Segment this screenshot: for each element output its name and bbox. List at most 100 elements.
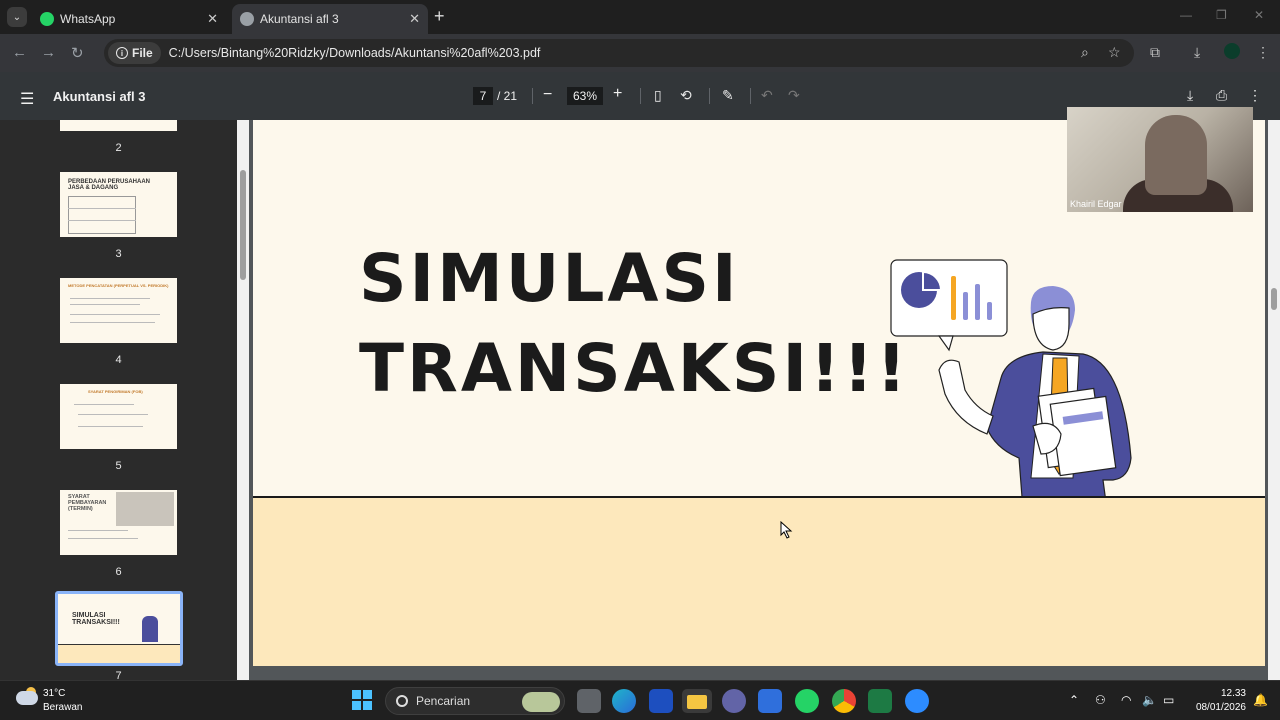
maximize-button[interactable]: ❐ xyxy=(1216,8,1227,22)
thumbnail-sidebar: 2 PERBEDAAN PERUSAHAAN JASA & DAGANG 3 M… xyxy=(0,120,237,680)
battery-icon[interactable]: ▭ xyxy=(1163,693,1174,707)
fit-page-icon[interactable]: ▯ xyxy=(654,87,662,104)
site-info-chip[interactable]: i File xyxy=(108,42,161,64)
tab-whatsapp[interactable]: WhatsApp ✕ xyxy=(32,4,226,34)
thumbnail-title: SYARAT PENGIRIMAN (FOB) xyxy=(88,389,143,394)
thumbnail-page-3[interactable]: PERBEDAAN PERUSAHAAN JASA & DAGANG xyxy=(60,172,177,237)
bar-icon xyxy=(963,292,968,320)
thumbnail-page-5[interactable]: SYARAT PENGIRIMAN (FOB) xyxy=(60,384,177,449)
clock-time: 12.33 xyxy=(1220,688,1246,699)
start-tile xyxy=(363,701,372,710)
zoom-icon[interactable]: ⌕ xyxy=(1081,44,1089,61)
print-icon[interactable]: ⎙ xyxy=(1216,87,1227,104)
zoom-out-button[interactable]: − xyxy=(543,86,552,104)
profile-avatar[interactable] xyxy=(1224,43,1240,59)
tray-chevron-icon[interactable]: ⌃ xyxy=(1069,693,1079,707)
thumbnail-number: 3 xyxy=(115,248,122,260)
task-view-icon[interactable] xyxy=(577,689,601,713)
close-icon[interactable]: ✕ xyxy=(207,11,218,27)
close-icon[interactable]: ✕ xyxy=(409,11,420,27)
zoom-in-button[interactable]: + xyxy=(613,85,622,103)
rotate-icon[interactable]: ⟲ xyxy=(680,87,692,104)
reload-button[interactable]: ↻ xyxy=(71,44,84,62)
thumbnail-title: SYARAT PEMBAYARAN (TERMIN) xyxy=(68,494,107,512)
slide-title: SIMULASI TRANSAKSI!!! xyxy=(359,234,909,414)
minimize-button[interactable]: — xyxy=(1180,8,1192,22)
divider xyxy=(532,88,533,104)
sidebar-scrollbar[interactable] xyxy=(237,120,249,680)
new-tab-button[interactable]: + xyxy=(434,6,445,27)
text-line xyxy=(68,530,128,531)
app-icon[interactable] xyxy=(649,689,673,713)
file-explorer-icon[interactable] xyxy=(682,689,712,713)
teams-icon[interactable] xyxy=(722,689,746,713)
search-placeholder: Pencarian xyxy=(416,694,471,708)
undo-icon[interactable]: ↶ xyxy=(761,87,773,104)
tab-search-button[interactable]: ⌄ xyxy=(7,7,27,27)
whatsapp-icon[interactable] xyxy=(795,689,819,713)
thumbnail-page-4[interactable]: METODE PENCATATAN (PERPETUAL VS. PERIODI… xyxy=(60,278,177,343)
cloud-icon[interactable] xyxy=(16,691,38,705)
thumbnail-page-2[interactable] xyxy=(60,120,177,131)
tab-title: WhatsApp xyxy=(60,12,116,26)
url-text[interactable]: C:/Users/Bintang%20Ridzky/Downloads/Akun… xyxy=(169,46,541,60)
thumbnail-selection xyxy=(55,591,183,666)
tab-strip: ⌄ WhatsApp ✕ Akuntansi afl 3 ✕ + — ❐ ✕ xyxy=(0,0,1280,34)
wifi-icon[interactable]: ◠ xyxy=(1121,693,1131,707)
system-clock[interactable]: 12.33 08/01/2026 xyxy=(1190,687,1246,715)
page-number-input[interactable]: 7 xyxy=(473,87,493,105)
thumbnail-page-6[interactable]: SYARAT PEMBAYARAN (TERMIN) xyxy=(60,490,177,555)
download-icon[interactable]: ⤓ xyxy=(1187,87,1193,104)
document-scrollbar[interactable] xyxy=(1268,120,1280,680)
text-line xyxy=(70,304,140,305)
edge-icon[interactable] xyxy=(612,689,636,713)
taskbar-search[interactable]: Pencarian xyxy=(385,687,565,715)
close-window-button[interactable]: ✕ xyxy=(1254,8,1264,22)
volume-icon[interactable]: 🔈 xyxy=(1142,693,1157,707)
address-bar[interactable]: i File C:/Users/Bintang%20Ridzky/Downloa… xyxy=(104,39,1134,67)
document-title: Akuntansi afl 3 xyxy=(53,89,146,104)
menu-icon[interactable]: ⋮ xyxy=(1256,44,1270,61)
thumbnail-number: 4 xyxy=(115,354,122,366)
video-call-tile[interactable]: Khairil Edgar xyxy=(1067,107,1253,212)
scrollbar-thumb[interactable] xyxy=(1271,288,1277,310)
redo-icon[interactable]: ↷ xyxy=(788,87,800,104)
weather-condition[interactable]: Berawan xyxy=(43,702,82,713)
participant-name: Khairil Edgar xyxy=(1070,199,1122,209)
table-line xyxy=(68,220,136,221)
weather-temperature[interactable]: 31°C xyxy=(43,688,65,699)
participant-head xyxy=(1145,115,1207,195)
start-button[interactable] xyxy=(352,690,372,710)
businessman-illustration xyxy=(890,259,1132,510)
sidebar-menu-icon[interactable]: ☰ xyxy=(20,89,34,109)
divider xyxy=(640,88,641,104)
chip-label: File xyxy=(132,46,153,60)
tab-akuntansi[interactable]: Akuntansi afl 3 ✕ xyxy=(232,4,428,34)
network-status-icon[interactable]: ⚇ xyxy=(1095,693,1106,707)
store-icon[interactable] xyxy=(758,689,782,713)
mouse-cursor-icon xyxy=(780,521,793,539)
thumbnail-number: 6 xyxy=(115,566,122,578)
taskbar: 31°C Berawan Pencarian ⌃ ⚇ ◠ 🔈 ▭ 12.33 0… xyxy=(0,680,1280,720)
folder-shape xyxy=(687,695,707,709)
text-line xyxy=(70,298,150,299)
downloads-icon[interactable]: ⤓ xyxy=(1194,44,1200,61)
start-tile xyxy=(352,701,361,710)
page-total: / 21 xyxy=(497,89,518,103)
forward-button[interactable]: → xyxy=(41,44,56,61)
back-button[interactable]: ← xyxy=(12,44,27,61)
bookmark-star-icon[interactable]: ☆ xyxy=(1108,44,1121,61)
zoom-input[interactable]: 63% xyxy=(567,87,603,105)
scrollbar-thumb[interactable] xyxy=(240,170,246,280)
extensions-icon[interactable]: ⧉ xyxy=(1150,44,1160,61)
more-icon[interactable]: ⋮ xyxy=(1248,87,1262,104)
annotate-icon[interactable]: ✎ xyxy=(722,87,734,104)
slide-bottom-band xyxy=(253,496,1265,666)
chrome-icon[interactable] xyxy=(832,689,856,713)
thumbnail-table xyxy=(68,196,136,234)
notification-icon[interactable]: 🔔 xyxy=(1253,693,1268,707)
excel-icon[interactable] xyxy=(868,689,892,713)
slide-title-line2: TRANSAKSI!!! xyxy=(359,330,910,407)
start-tile xyxy=(363,690,372,699)
zoom-icon[interactable] xyxy=(905,689,929,713)
